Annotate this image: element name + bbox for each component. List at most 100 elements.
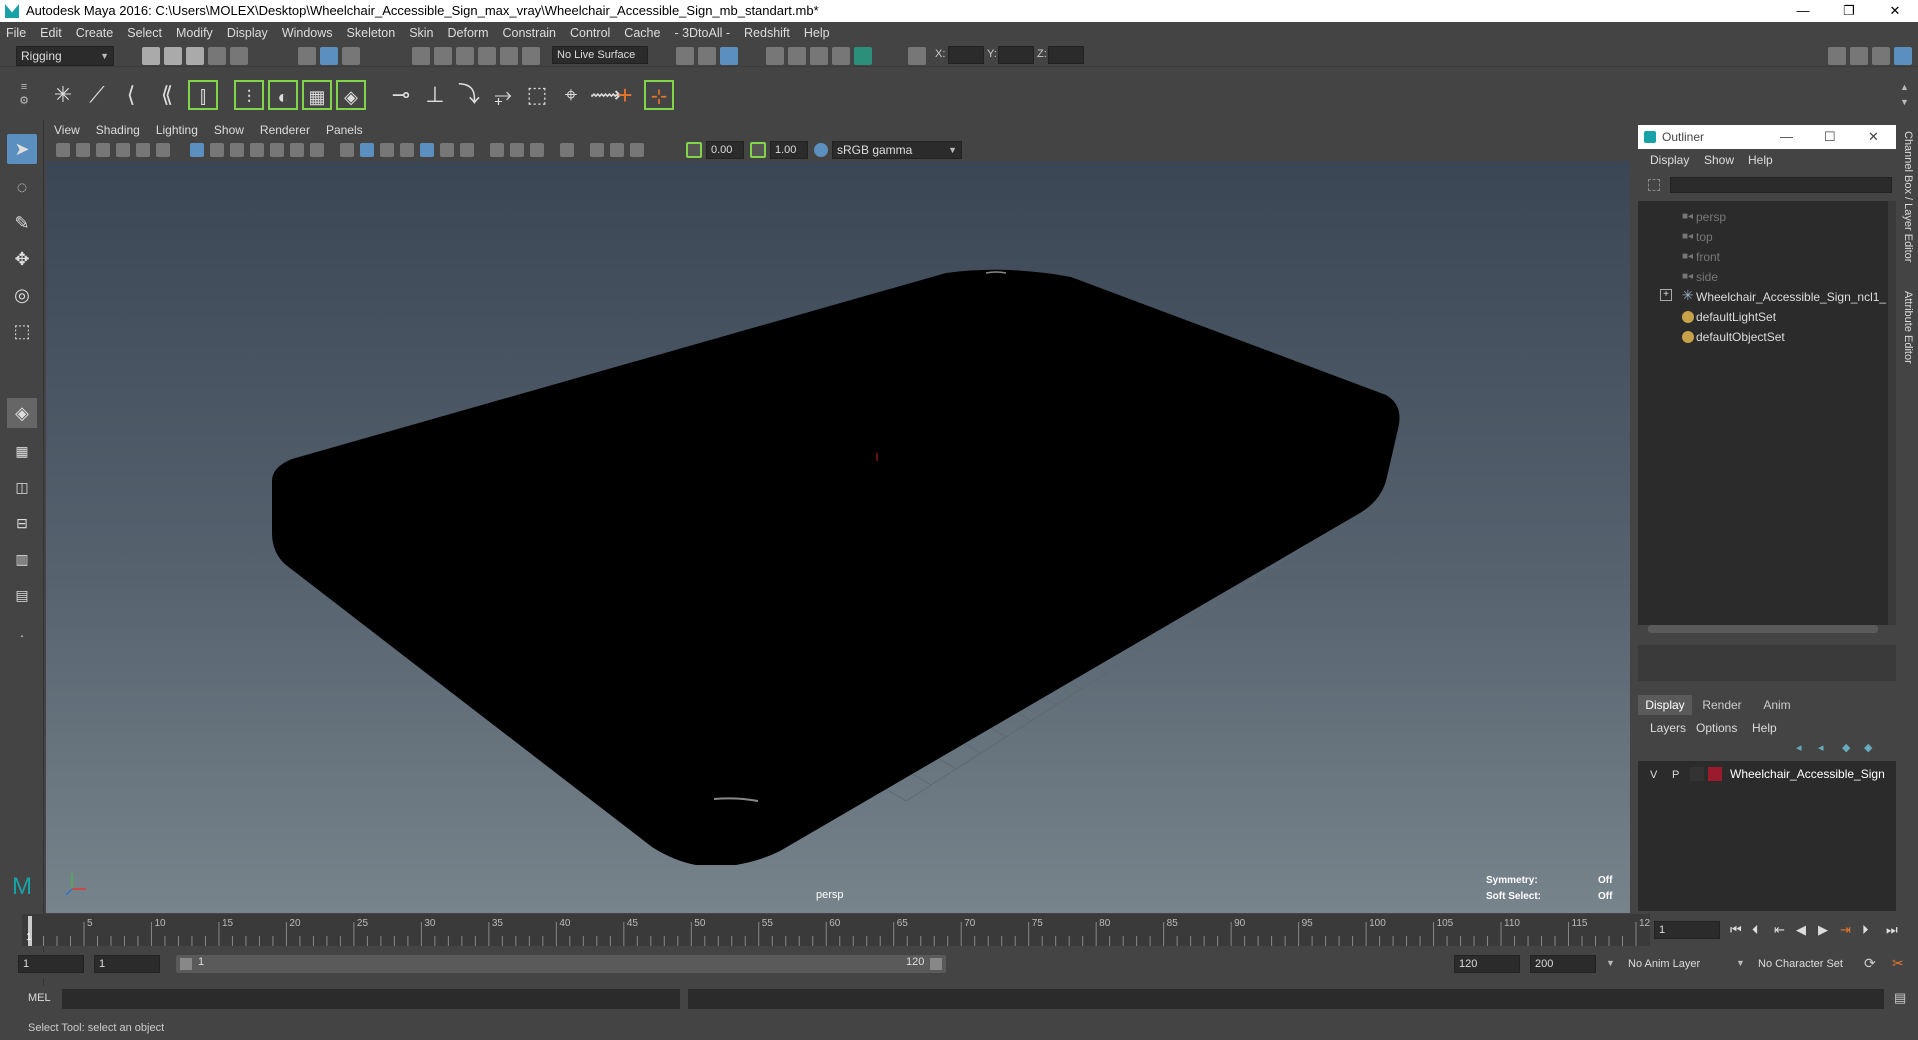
cluster-icon[interactable]: ◈	[336, 80, 366, 110]
wireframe-on-shaded-icon[interactable]	[400, 143, 414, 157]
insert-joint-icon[interactable]: ⟪	[152, 80, 182, 110]
outliner-item-front[interactable]: front	[1696, 249, 1720, 265]
four-view-layout-icon[interactable]: ▦	[7, 436, 37, 466]
film-gate-icon[interactable]	[210, 143, 224, 157]
single-perspective-layout-icon[interactable]: ◈	[7, 398, 37, 428]
minimize-button[interactable]: —	[1780, 0, 1826, 22]
modeling-toolkit-icon[interactable]	[1828, 47, 1846, 65]
use-all-lights-icon[interactable]	[440, 143, 454, 157]
outliner-menu-help[interactable]: Help	[1748, 153, 1773, 167]
layer-menu-layers[interactable]: Layers	[1650, 721, 1686, 735]
shadows-icon[interactable]	[460, 143, 474, 157]
command-input[interactable]	[62, 989, 680, 1009]
channel-box-toggle-icon[interactable]	[1894, 47, 1912, 65]
xray-joints-icon[interactable]	[630, 143, 644, 157]
vp-menu-view[interactable]: View	[54, 123, 80, 137]
outliner-horizontal-scrollbar[interactable]	[1648, 625, 1878, 633]
menu-help[interactable]: Help	[804, 26, 830, 40]
redo-icon[interactable]	[230, 47, 248, 65]
motion-blur-icon[interactable]	[510, 143, 524, 157]
snap-curve-icon[interactable]	[434, 47, 452, 65]
tab-anim[interactable]: Anim	[1752, 695, 1802, 715]
gamma-field[interactable]: 1.00	[770, 141, 808, 159]
ipr-render-icon[interactable]	[810, 47, 828, 65]
layer-playback-toggle[interactable]: P	[1672, 769, 1679, 781]
render-frame-icon[interactable]	[788, 47, 806, 65]
new-scene-icon[interactable]	[142, 47, 160, 65]
lattice-icon[interactable]: ▦	[302, 80, 332, 110]
scale-tool-icon[interactable]: ⬚	[7, 316, 37, 346]
playback-end-field[interactable]: 120	[1454, 955, 1520, 973]
wheelchair-sign-mesh[interactable]	[272, 269, 1400, 865]
step-back-frame-icon[interactable]: ⏴	[1752, 922, 1759, 938]
step-forward-key-icon[interactable]: ⇥	[1840, 922, 1851, 938]
parent-constraint-icon[interactable]: ⊸	[386, 80, 416, 110]
step-back-key-icon[interactable]: ⇤	[1774, 922, 1785, 938]
go-to-start-icon[interactable]: ⏮	[1730, 922, 1742, 938]
outliner-persp-layout-icon[interactable]: ▥	[7, 544, 37, 574]
menu-modify[interactable]: Modify	[176, 26, 213, 40]
current-frame-field[interactable]: 1	[1654, 921, 1720, 939]
script-editor-icon[interactable]: ▤	[1894, 990, 1906, 1006]
move-layer-up-icon[interactable]: ◂	[1796, 741, 1802, 754]
color-management-icon[interactable]	[814, 143, 828, 157]
playback-start-field[interactable]: 1	[94, 955, 160, 973]
xray-icon[interactable]	[590, 143, 604, 157]
tab-render[interactable]: Render	[1694, 695, 1750, 715]
channel-box-layer-editor-tab[interactable]: Channel Box / Layer Editor	[1902, 131, 1914, 262]
perspective-viewport[interactable]: persp Symmetry: Off Soft Select: Off	[46, 161, 1630, 913]
outliner-item-default-light-set[interactable]: defaultLightSet	[1696, 309, 1776, 325]
hypershade-icon[interactable]	[854, 47, 872, 65]
textured-icon[interactable]	[420, 143, 434, 157]
select-object-icon[interactable]	[320, 47, 338, 65]
outliner-close-button[interactable]: ✕	[1868, 125, 1879, 149]
open-scene-icon[interactable]	[164, 47, 182, 65]
camera-select-icon[interactable]	[56, 143, 70, 157]
construction-history-icon[interactable]	[720, 47, 738, 65]
outliner-search-input[interactable]	[1670, 177, 1892, 193]
menu-windows[interactable]: Windows	[282, 26, 333, 40]
layer-type-toggle[interactable]	[1690, 767, 1704, 781]
vp-menu-shading[interactable]: Shading	[96, 123, 140, 137]
menu-set-dropdown[interactable]: Rigging ▼	[16, 46, 114, 66]
snap-surface-icon[interactable]	[500, 47, 518, 65]
smooth-bind-icon[interactable]: ◐	[268, 80, 298, 110]
chevron-down-icon[interactable]: ▼	[1606, 958, 1615, 968]
isolate-select-icon[interactable]	[560, 143, 574, 157]
gamma-icon[interactable]	[750, 142, 766, 158]
new-layer-selected-icon[interactable]: ◆	[1864, 741, 1872, 754]
time-slider[interactable]: 5 10 15 20 25 30 35 40 45 50 55 60 65 70 75 80 85 90 95 100…	[22, 914, 1650, 946]
outliner-menu-show[interactable]: Show	[1704, 153, 1734, 167]
auto-key-icon[interactable]: ⟳	[1864, 955, 1876, 972]
menu-control[interactable]: Control	[570, 26, 610, 40]
exposure-icon[interactable]	[686, 142, 702, 158]
smooth-shade-icon[interactable]	[360, 143, 374, 157]
range-start-handle[interactable]	[180, 958, 192, 970]
select-hierarchy-icon[interactable]	[298, 47, 316, 65]
character-set-dropdown[interactable]: No Character Set	[1752, 955, 1872, 973]
new-layer-icon[interactable]: ◆	[1842, 741, 1850, 754]
expand-icon[interactable]: +	[1660, 289, 1672, 301]
vp-menu-panels[interactable]: Panels	[326, 123, 363, 137]
range-end-handle[interactable]	[930, 958, 942, 970]
menu-cache[interactable]: Cache	[624, 26, 660, 40]
output-ops-icon[interactable]	[698, 47, 716, 65]
two-pane-side-layout-icon[interactable]: ◫	[7, 472, 37, 502]
skeleton-shelf-icon[interactable]: ⫿	[188, 80, 218, 110]
two-pane-stacked-layout-icon[interactable]: ⊟	[7, 508, 37, 538]
menu-deform[interactable]: Deform	[448, 26, 489, 40]
gate-mask-icon[interactable]	[250, 143, 264, 157]
ik-spline-icon[interactable]: ⟨	[116, 80, 146, 110]
menu-skin[interactable]: Skin	[409, 26, 433, 40]
outliner-maximize-button[interactable]: ☐	[1824, 125, 1836, 149]
snap-point-icon[interactable]	[456, 47, 474, 65]
grease-pencil-icon[interactable]	[156, 143, 170, 157]
undo-icon[interactable]	[208, 47, 226, 65]
menu-select[interactable]: Select	[127, 26, 162, 40]
menu-display[interactable]: Display	[227, 26, 268, 40]
bind-skin-icon[interactable]: ⫶	[234, 80, 264, 110]
default-material-icon[interactable]	[380, 143, 394, 157]
image-plane-icon[interactable]	[116, 143, 130, 157]
menu-redshift[interactable]: Redshift	[744, 26, 790, 40]
wireframe-icon[interactable]	[340, 143, 354, 157]
